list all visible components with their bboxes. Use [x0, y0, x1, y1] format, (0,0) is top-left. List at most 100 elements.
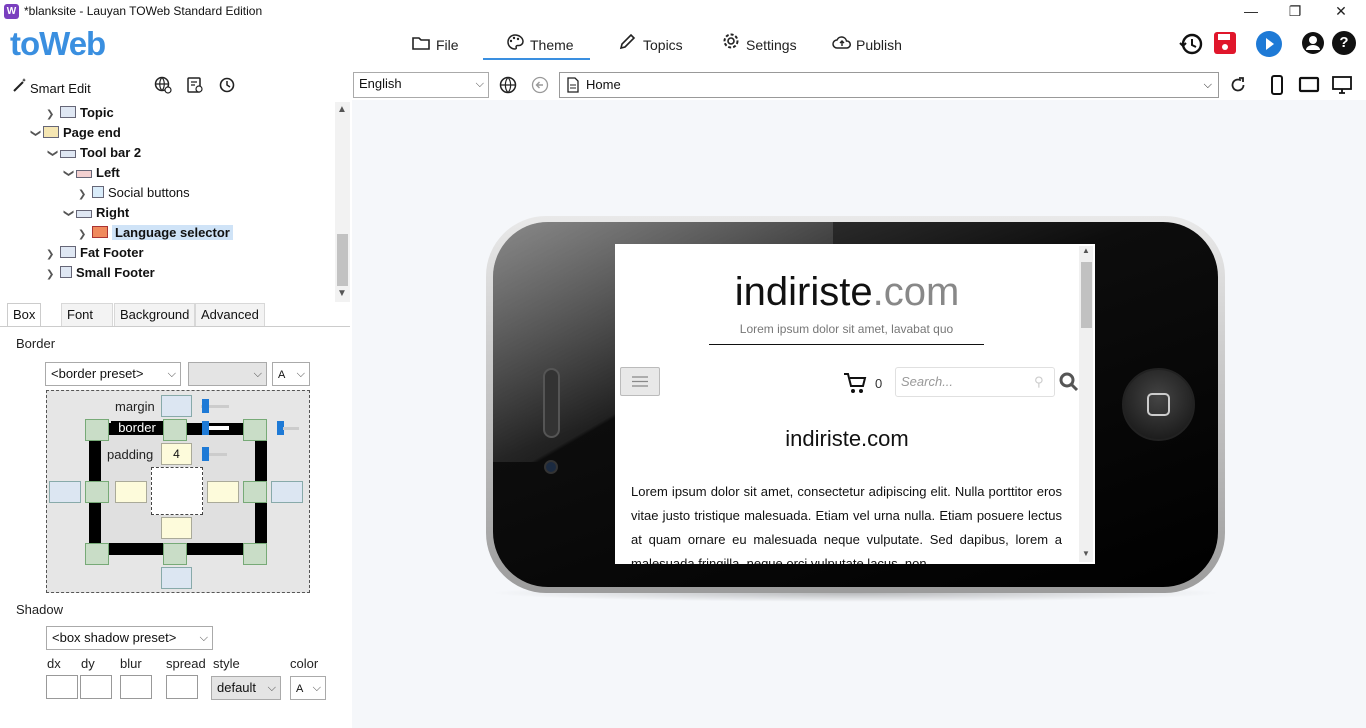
phone-camera — [544, 460, 558, 474]
margin-right-input[interactable] — [271, 481, 303, 503]
toolbar-node-icon — [60, 150, 76, 158]
small-footer-node-icon — [60, 266, 72, 278]
shadow-style-select[interactable]: default ⌵ — [211, 676, 281, 700]
cart-icon[interactable] — [843, 372, 867, 397]
refresh-icon[interactable] — [1229, 76, 1249, 96]
corner-bottom-left-radius[interactable] — [85, 543, 109, 565]
scroll-up-icon[interactable]: ▲ — [337, 104, 347, 115]
restore-button[interactable]: ❐ — [1272, 0, 1318, 24]
padding-top-input[interactable]: 4 — [161, 443, 192, 465]
account-button[interactable] — [1300, 31, 1326, 57]
border-top-input[interactable] — [163, 419, 187, 441]
scroll-down-icon[interactable]: ▼ — [1082, 549, 1090, 558]
border-preset-select[interactable]: <border preset> ⌵ — [45, 362, 181, 386]
tab-box[interactable]: Box — [7, 303, 42, 327]
border-color-value: A — [278, 369, 286, 381]
shadow-preset-select[interactable]: <box shadow preset> ⌵ — [46, 626, 213, 650]
screen-scroll-thumb[interactable] — [1081, 262, 1092, 328]
site-search-placeholder: Search... — [901, 374, 954, 389]
chevron-right-icon: ❯ — [78, 229, 87, 240]
tree-item-topic[interactable]: ❯ Topic — [46, 103, 114, 123]
hamburger-menu-button[interactable] — [620, 367, 660, 396]
shadow-color-select[interactable]: A ⌵ — [290, 676, 326, 700]
border-slider-knob[interactable] — [202, 421, 209, 435]
tree-item-fat-footer[interactable]: ❯ Fat Footer — [46, 243, 144, 263]
tree-item-social-buttons[interactable]: ❯ Social buttons — [78, 183, 190, 203]
padding-left-input[interactable] — [115, 481, 147, 503]
tab-publish[interactable]: Publish — [832, 30, 902, 60]
border-preset-value: <border preset> — [51, 366, 144, 381]
shadow-blur-input[interactable] — [120, 675, 152, 699]
border-color-select[interactable]: A ⌵ — [272, 362, 310, 386]
save-button[interactable] — [1212, 31, 1238, 57]
padding-right-input[interactable] — [207, 481, 239, 503]
tree-item-language-selector[interactable]: ❯ Language selector — [78, 223, 233, 243]
globe-settings-icon[interactable] — [154, 76, 172, 94]
border-width-track[interactable] — [283, 427, 299, 430]
magic-wand-icon — [12, 77, 30, 96]
page-select[interactable]: Home ⌵ — [559, 72, 1219, 98]
border-bottom-input[interactable] — [163, 543, 187, 565]
globe-icon[interactable] — [499, 76, 519, 96]
tab-advanced[interactable]: Advanced — [195, 303, 265, 326]
shadow-dx-input[interactable] — [46, 675, 78, 699]
help-button[interactable]: ? — [1332, 31, 1356, 55]
scroll-down-icon[interactable]: ▼ — [337, 288, 347, 299]
tab-topics[interactable]: Topics — [619, 30, 683, 60]
shadow-style-label: style — [213, 656, 240, 671]
smart-edit-button[interactable]: Smart Edit — [12, 77, 91, 96]
tree-scroll-thumb[interactable] — [337, 234, 348, 286]
tab-background[interactable]: Background — [114, 303, 196, 326]
corner-bottom-right-radius[interactable] — [243, 543, 267, 565]
border-right-input[interactable] — [243, 481, 267, 503]
tab-file[interactable]: File — [412, 30, 459, 60]
tree-item-left[interactable]: ❯ Left — [62, 163, 120, 183]
corner-top-left-radius[interactable] — [85, 419, 109, 441]
shadow-spread-input[interactable] — [166, 675, 198, 699]
close-button[interactable]: ✕ — [1318, 0, 1364, 24]
hamburger-icon — [632, 376, 648, 387]
minimize-button[interactable]: — — [1228, 0, 1274, 24]
padding-slider-track[interactable] — [209, 453, 227, 456]
desktop-view-icon[interactable] — [1331, 75, 1353, 95]
corner-top-right-radius[interactable] — [243, 419, 267, 441]
preview-play-button[interactable] — [1256, 31, 1282, 57]
search-icon[interactable] — [1059, 372, 1079, 395]
back-arrow-icon[interactable] — [531, 76, 551, 96]
page-settings-icon[interactable] — [186, 76, 204, 94]
scroll-up-icon[interactable]: ▲ — [1082, 246, 1090, 255]
site-title[interactable]: indiriste.com — [615, 270, 1079, 314]
tree-item-page-end[interactable]: ❯ Page end — [29, 123, 121, 143]
border-left-input[interactable] — [85, 481, 109, 503]
tab-theme[interactable]: Theme — [506, 30, 574, 60]
tablet-view-icon[interactable] — [1298, 76, 1320, 94]
tab-file-label: File — [436, 37, 459, 53]
chevron-down-icon: ❯ — [63, 169, 74, 178]
shadow-dy-input[interactable] — [80, 675, 112, 699]
tab-settings[interactable]: Settings — [722, 30, 797, 60]
padding-bottom-input[interactable] — [161, 517, 192, 539]
tree-item-right[interactable]: ❯ Right — [62, 203, 129, 223]
language-value: English — [359, 76, 402, 91]
margin-slider-knob[interactable] — [202, 399, 209, 413]
mobile-view-icon[interactable] — [1270, 75, 1284, 95]
margin-top-input[interactable] — [161, 395, 192, 417]
tree-item-tool-bar-2[interactable]: ❯ Tool bar 2 — [46, 143, 141, 163]
shadow-spread-label: spread — [166, 656, 206, 671]
language-select[interactable]: English ⌵ — [353, 72, 489, 98]
tab-font[interactable]: Font — [61, 303, 113, 326]
shadow-style-value: default — [217, 680, 257, 695]
site-title-main: indiriste — [734, 270, 873, 314]
home-square-icon — [1147, 393, 1170, 416]
phone-speaker — [543, 368, 560, 438]
footer-node-icon — [60, 246, 76, 258]
site-search-input[interactable]: Search... ⚲ — [895, 367, 1055, 397]
margin-bottom-input[interactable] — [161, 567, 192, 589]
border-style-select[interactable]: ⌵ — [188, 362, 267, 386]
history-button[interactable] — [1178, 31, 1204, 57]
margin-left-input[interactable] — [49, 481, 81, 503]
tree-item-small-footer[interactable]: ❯ Small Footer — [46, 263, 155, 283]
border-slider-track[interactable] — [209, 426, 229, 430]
history-small-icon[interactable] — [218, 76, 236, 94]
padding-slider-knob[interactable] — [202, 447, 209, 461]
